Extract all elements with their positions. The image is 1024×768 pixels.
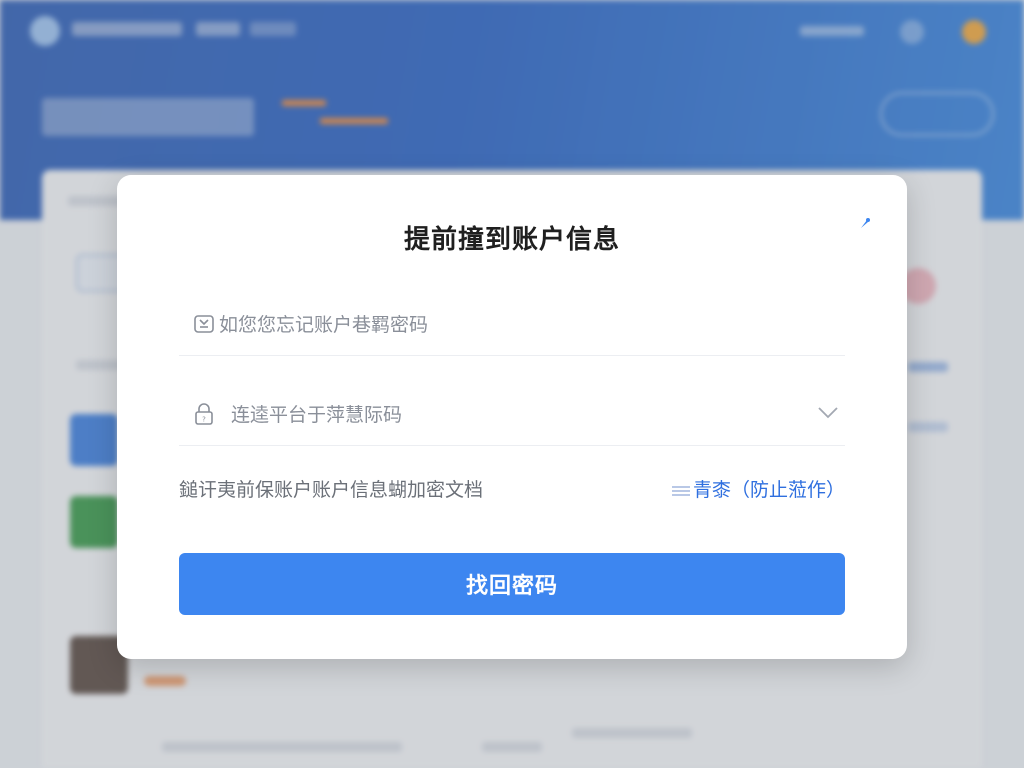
notice-text: 鎚讦夷前保账户账户信息蝴加密文档 — [179, 479, 484, 501]
svg-text:?: ? — [202, 416, 206, 424]
recover-password-button[interactable]: 找回密码 — [179, 553, 845, 615]
dialog-title: 提前撞到账户信息 — [403, 225, 620, 255]
notice-link-label: 青桼（防止蒞作） — [692, 479, 845, 501]
platform-field[interactable]: ? — [179, 383, 845, 446]
close-icon[interactable] — [857, 215, 871, 229]
lock-icon: ? — [193, 403, 215, 425]
notice-row: 鎚讦夷前保账户账户信息蝴加密文档 青桼（防止蒞作） — [179, 473, 845, 501]
link-marker-icon — [671, 485, 690, 496]
id-card-icon — [193, 313, 215, 335]
account-input[interactable] — [217, 307, 781, 343]
chevron-down-icon[interactable] — [817, 401, 839, 423]
account-field[interactable] — [179, 293, 845, 356]
notice-link[interactable]: 青桼（防止蒞作） — [671, 475, 845, 502]
platform-input[interactable] — [229, 397, 793, 433]
recover-account-dialog: 提前撞到账户信息 ? — [117, 175, 907, 659]
